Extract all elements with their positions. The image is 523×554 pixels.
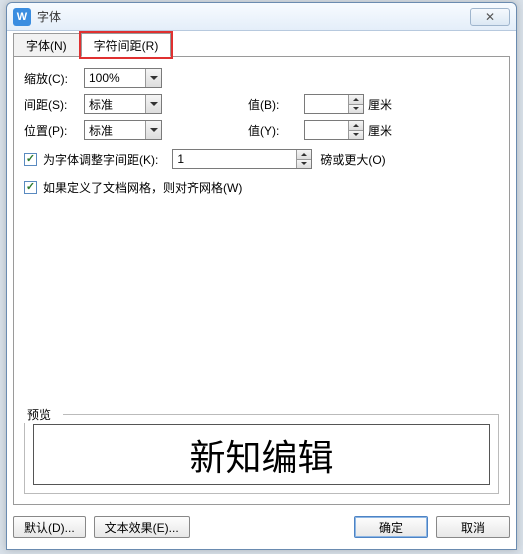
preview-legend: 预览 [23,406,55,423]
value-y-spinner[interactable] [304,120,364,140]
kerning-spinner[interactable]: 1 [172,149,312,169]
snap-grid-label: 如果定义了文档网格，则对齐网格(W) [43,179,242,196]
dialog-footer: 默认(D)... 文本效果(E)... 确定 取消 [13,511,510,543]
cancel-button[interactable]: 取消 [436,516,510,538]
tab-char-spacing[interactable]: 字符间距(R) [81,33,172,57]
titlebar: W 字体 ✕ [7,3,516,31]
spin-up-icon[interactable] [297,150,311,159]
kerning-checkbox[interactable] [24,153,37,166]
chevron-down-icon[interactable] [145,95,161,113]
default-button[interactable]: 默认(D)... [13,516,86,538]
tab-strip: 字体(N) 字符间距(R) [13,33,510,57]
spacing-value: 标准 [89,96,113,113]
cancel-button-label: 取消 [461,519,485,536]
spacing-panel: 缩放(C): 100% 间距(S): 标准 值(B): 厘米 [13,56,510,505]
row-spacing: 间距(S): 标准 值(B): 厘米 [24,91,499,117]
scale-label: 缩放(C): [24,70,84,87]
client-area: 字体(N) 字符间距(R) 缩放(C): 100% 间距(S): 标准 [13,33,510,505]
groupbox-line [63,414,498,415]
spacing-label: 间距(S): [24,96,84,113]
chevron-down-icon[interactable] [145,121,161,139]
tab-font[interactable]: 字体(N) [13,33,80,57]
spin-up-icon[interactable] [349,95,363,104]
tab-font-label: 字体(N) [26,37,67,54]
spin-down-icon[interactable] [297,159,311,169]
spin-up-icon[interactable] [349,121,363,130]
row-kerning: 为字体调整字间距(K): 1 磅或更大(O) [24,147,499,171]
chevron-down-icon[interactable] [145,69,161,87]
value-b-unit: 厘米 [368,96,392,113]
window-title: 字体 [37,8,61,25]
scale-combo[interactable]: 100% [84,68,162,88]
snap-grid-checkbox[interactable] [24,181,37,194]
ok-cancel-group: 确定 取消 [354,516,510,538]
ok-button[interactable]: 确定 [354,516,428,538]
position-value: 标准 [89,122,113,139]
default-button-label: 默认(D)... [24,519,75,536]
app-icon: W [13,8,31,26]
spin-down-icon[interactable] [349,104,363,114]
font-dialog: W 字体 ✕ 字体(N) 字符间距(R) 缩放(C): 100% 间距(S): [6,2,517,550]
position-combo[interactable]: 标准 [84,120,162,140]
spin-down-icon[interactable] [349,130,363,140]
position-label: 位置(P): [24,122,84,139]
value-b-label: 值(B): [248,96,304,113]
preview-group: 预览 新知编辑 [24,414,499,494]
text-effects-button-label: 文本效果(E)... [105,519,179,536]
row-snap-grid: 如果定义了文档网格，则对齐网格(W) [24,175,499,199]
ok-button-label: 确定 [379,519,403,536]
spacing-combo[interactable]: 标准 [84,94,162,114]
value-y-unit: 厘米 [368,122,392,139]
tab-char-spacing-label: 字符间距(R) [94,37,159,54]
row-scale: 缩放(C): 100% [24,65,499,91]
row-position: 位置(P): 标准 值(Y): 厘米 [24,117,499,143]
kerning-value: 1 [177,152,184,166]
value-y-label: 值(Y): [248,122,304,139]
close-button[interactable]: ✕ [470,8,510,26]
kerning-label: 为字体调整字间距(K): [43,151,158,168]
text-effects-button[interactable]: 文本效果(E)... [94,516,190,538]
value-b-spinner[interactable] [304,94,364,114]
preview-sample-text: 新知编辑 [189,429,333,481]
kerning-suffix: 磅或更大(O) [320,151,385,168]
scale-value: 100% [89,71,120,85]
preview-box: 新知编辑 [33,424,490,485]
